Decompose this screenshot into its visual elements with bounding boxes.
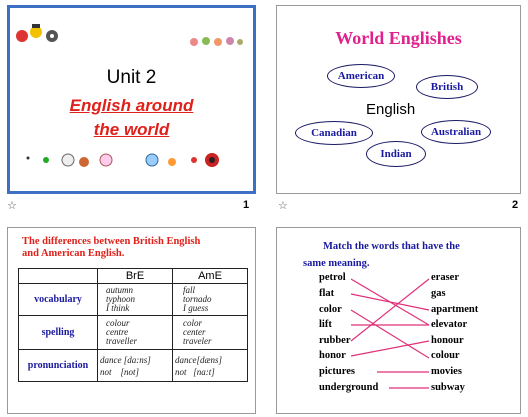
cell-text: not [not]: [100, 366, 140, 377]
header-bre: BrE: [97, 268, 173, 284]
header-ame: AmE: [172, 268, 248, 284]
left-word-lift: lift: [319, 319, 332, 330]
cell-text: traveler: [183, 336, 212, 346]
title-line-2: the world: [93, 120, 170, 139]
star-icon[interactable]: ☆: [7, 199, 17, 212]
comparison-table: BrE AmE vocabulary autumn typhoon I thin…: [18, 268, 248, 382]
right-word-subway: subway: [431, 382, 465, 393]
cell-text: I guess: [183, 303, 209, 313]
cell-text: I think: [106, 303, 130, 313]
cell-bre: autumn typhoon I think: [97, 283, 173, 316]
row-label-spelling: spelling: [18, 315, 98, 350]
slide-title: English around the world: [10, 94, 253, 142]
slide-title: World Englishes: [335, 28, 462, 48]
right-word-honour: honour: [431, 335, 464, 346]
unit-label: Unit 2: [106, 67, 157, 88]
right-word-movies: movies: [431, 366, 462, 377]
match-line: [350, 293, 430, 311]
star-icon[interactable]: ☆: [278, 199, 288, 212]
cell-text: traveller: [106, 336, 137, 346]
match-line: [350, 309, 430, 359]
title-line-1: The differences between British English: [22, 236, 201, 247]
center-word: English: [366, 101, 416, 118]
title-line-2: and American English.: [22, 248, 125, 259]
oval-indian: Indian: [366, 141, 426, 167]
cell-ame: fall tornado I guess: [172, 283, 248, 316]
cell-ame: dance[dæns] not [na:t]: [172, 349, 248, 382]
header-empty: [18, 268, 98, 284]
left-word-color: color: [319, 304, 342, 315]
oval-canadian: Canadian: [295, 121, 373, 145]
slide-number-2: 2: [512, 199, 519, 211]
clipart-bottom: [22, 146, 242, 172]
cell-bre: colour centre traveller: [97, 315, 173, 350]
oval-australian: Australian: [421, 120, 491, 144]
cell-ame: color center traveler: [172, 315, 248, 350]
left-word-rubber: rubber: [319, 335, 351, 346]
cell-bre: dance [da:ns] not [not]: [97, 349, 173, 382]
row-label-vocabulary: vocabulary: [18, 283, 98, 316]
slide-4-thumbnail[interactable]: Match the words that have the same meani…: [276, 227, 521, 414]
match-line: [350, 340, 430, 357]
right-word-elevator: elevator: [431, 319, 468, 330]
slide-title: The differences between British English …: [22, 236, 200, 260]
left-word-flat: flat: [319, 288, 335, 299]
cell-text: dance [da:ns]: [100, 354, 151, 365]
left-word-honor: honor: [319, 350, 346, 361]
row-label-pronunciation: pronunciation: [18, 349, 98, 382]
left-word-pictures: pictures: [319, 366, 355, 377]
clipart-top-left: [14, 22, 64, 46]
match-line: [350, 278, 430, 342]
clipart-top-right: [186, 32, 246, 50]
slide-2-thumbnail[interactable]: World Englishes American British English…: [276, 5, 521, 194]
right-word-eraser: eraser: [431, 272, 459, 283]
slide-1-thumbnail[interactable]: Unit 2 English around the world: [7, 5, 256, 194]
left-word-underground: underground: [319, 382, 379, 393]
slide-number-1: 1: [243, 199, 250, 211]
cell-text: dance[dæns]: [175, 354, 222, 365]
right-word-gas: gas: [431, 288, 446, 299]
match-lines: [350, 278, 430, 389]
title-line-1: English around: [69, 96, 194, 115]
slide-3-thumbnail[interactable]: The differences between British English …: [7, 227, 256, 414]
oval-british: British: [416, 75, 478, 99]
right-word-colour: colour: [431, 350, 460, 361]
oval-american: American: [327, 64, 395, 88]
right-word-apartment: apartment: [431, 304, 479, 315]
left-word-petrol: petrol: [319, 272, 346, 283]
cell-text: not [na:t]: [175, 366, 215, 377]
